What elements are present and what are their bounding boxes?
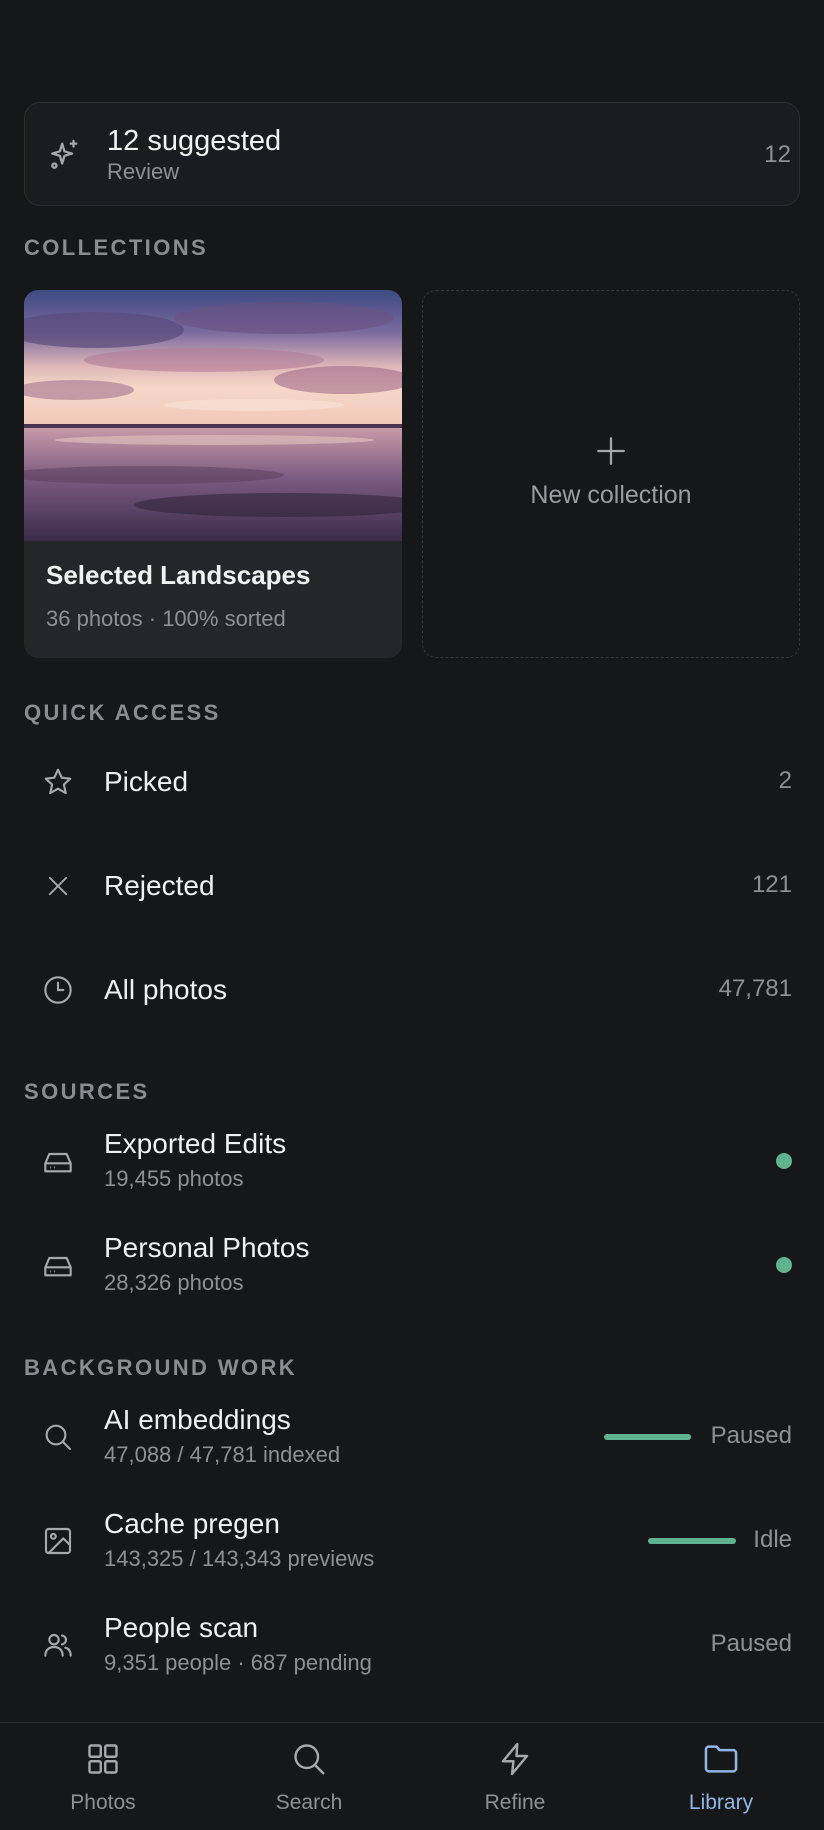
image-icon — [38, 1521, 78, 1561]
section-label-sources: SOURCES — [24, 1079, 150, 1104]
source-name: Personal Photos — [104, 1232, 310, 1263]
nav-label: Search — [275, 1791, 343, 1814]
source-row[interactable]: Exported Edits 19,455 photos — [24, 1116, 800, 1206]
nav-library[interactable]: Library — [618, 1723, 824, 1830]
nav-search[interactable]: Search — [206, 1723, 412, 1830]
new-collection-button[interactable]: New collection — [422, 290, 800, 658]
task-progress-bar — [648, 1538, 736, 1544]
quick-access-label: Rejected — [104, 870, 215, 901]
source-status-dot — [776, 1257, 792, 1273]
nav-refine[interactable]: Refine — [412, 1723, 618, 1830]
background-task-row[interactable]: AI embeddings 47,088 / 47,781 indexed Pa… — [24, 1392, 800, 1482]
task-progress-track — [604, 1434, 692, 1440]
collection-name: Selected Landscapes — [46, 560, 311, 590]
task-status: Idle — [753, 1526, 792, 1553]
nav-label: Photos — [70, 1791, 136, 1814]
task-name: People scan — [104, 1612, 259, 1643]
source-status-dot — [776, 1153, 792, 1169]
section-label-collections: COLLECTIONS — [24, 235, 209, 260]
suggested-subtitle: Review — [107, 159, 180, 184]
grid-icon — [83, 1739, 123, 1779]
nav-label: Library — [688, 1791, 754, 1814]
drive-icon — [38, 1142, 78, 1182]
task-status: Paused — [710, 1422, 792, 1449]
collection-thumbnail — [24, 290, 402, 541]
search-icon — [289, 1739, 329, 1779]
task-progress-track — [648, 1538, 736, 1544]
quick-access-count: 2 — [778, 767, 792, 794]
quick-access-count: 47,781 — [718, 975, 792, 1002]
quick-access-count: 121 — [751, 871, 792, 898]
suggested-review-card[interactable]: 12 suggested Review 12 — [24, 102, 800, 206]
suggested-count: 12 — [764, 141, 791, 168]
drive-icon — [38, 1246, 78, 1286]
task-detail: 143,325 / 143,343 previews — [104, 1546, 375, 1571]
folder-icon — [701, 1739, 741, 1779]
close-icon — [38, 866, 78, 906]
task-detail: 9,351 people · 687 pending — [104, 1650, 372, 1675]
quick-access-label: All photos — [104, 974, 227, 1005]
search-icon — [38, 1417, 78, 1457]
source-row[interactable]: Personal Photos 28,326 photos — [24, 1220, 800, 1310]
sparkles-icon — [43, 133, 87, 177]
people-icon — [38, 1625, 78, 1665]
quick-access-rejected[interactable]: Rejected 121 — [24, 841, 800, 931]
background-task-row[interactable]: Cache pregen 143,325 / 143,343 previews … — [24, 1496, 800, 1586]
quick-access-all-photos[interactable]: All photos 47,781 — [24, 945, 800, 1035]
bolt-icon — [495, 1739, 535, 1779]
collection-card[interactable]: Selected Landscapes 36 photos · 100% sor… — [24, 290, 402, 658]
source-detail: 28,326 photos — [104, 1270, 244, 1295]
source-name: Exported Edits — [104, 1128, 287, 1159]
task-progress-bar — [604, 1434, 691, 1440]
bottom-nav: Photos Search Refine Library — [0, 1722, 824, 1830]
background-task-row[interactable]: People scan 9,351 people · 687 pending P… — [24, 1600, 800, 1690]
task-status: Paused — [710, 1630, 792, 1657]
task-name: AI embeddings — [104, 1404, 291, 1435]
collection-meta: 36 photos · 100% sorted — [46, 606, 286, 631]
quick-access-label: Picked — [104, 766, 189, 797]
task-detail: 47,088 / 47,781 indexed — [104, 1442, 341, 1467]
nav-photos[interactable]: Photos — [0, 1723, 206, 1830]
star-icon — [38, 762, 78, 802]
quick-access-picked[interactable]: Picked 2 — [24, 737, 800, 827]
suggested-title: 12 suggested — [107, 125, 282, 157]
section-label-background-work: BACKGROUND WORK — [24, 1355, 298, 1380]
section-label-quick-access: QUICK ACCESS — [24, 700, 221, 725]
plus-icon — [591, 431, 631, 471]
new-collection-label: New collection — [530, 481, 692, 509]
source-detail: 19,455 photos — [104, 1166, 244, 1191]
task-name: Cache pregen — [104, 1508, 280, 1539]
nav-label: Refine — [484, 1791, 546, 1814]
clock-icon — [38, 970, 78, 1010]
